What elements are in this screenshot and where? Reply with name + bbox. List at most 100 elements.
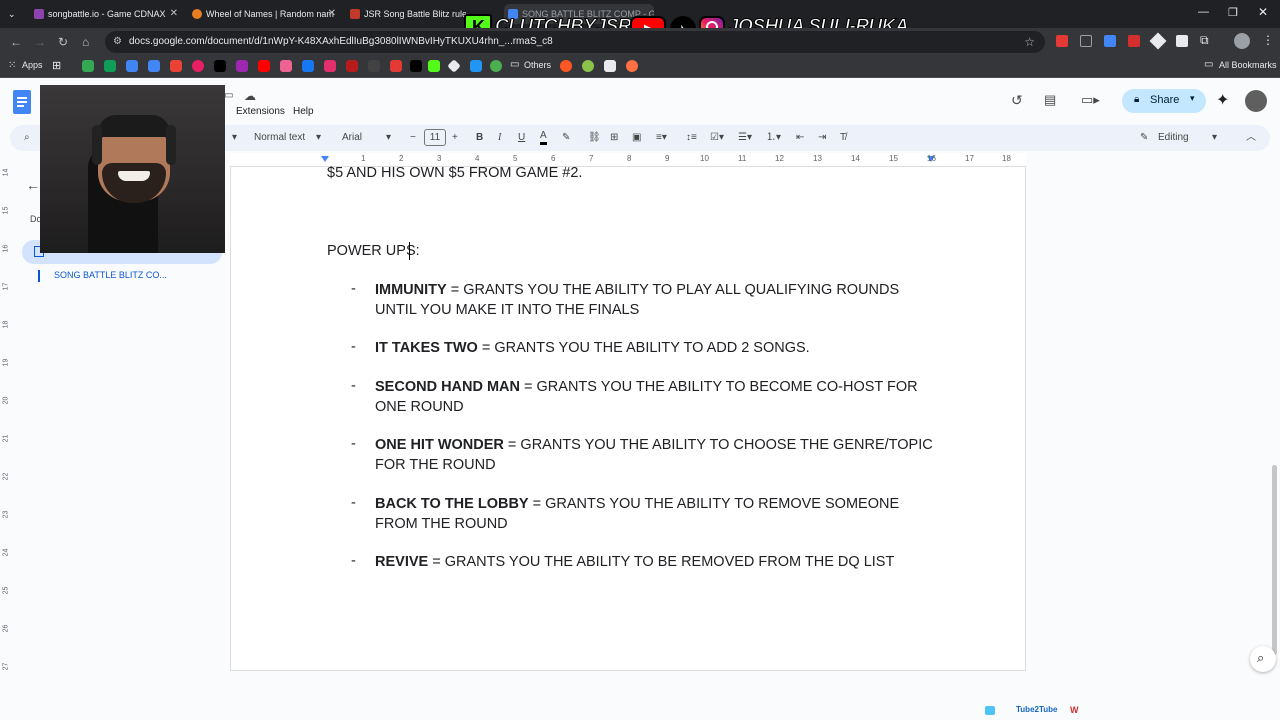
bookmark-icon[interactable] bbox=[604, 60, 616, 72]
increase-font-size-icon[interactable]: + bbox=[452, 130, 458, 146]
document-page[interactable]: $5 AND HIS OWN $5 FROM GAME #2. POWER UP… bbox=[230, 165, 1026, 671]
font-select[interactable]: Arial bbox=[342, 130, 362, 146]
tab-jsr-rules[interactable]: JSR Song Battle Blitz rules - Ch bbox=[346, 4, 466, 24]
meet-video-icon[interactable]: ▭▸ bbox=[1081, 92, 1100, 108]
clear-formatting-icon[interactable]: T̸ bbox=[840, 130, 846, 146]
grid-icon[interactable]: ⊞ bbox=[52, 59, 61, 72]
search-menus-icon[interactable]: ⌕ bbox=[24, 130, 30, 146]
extension-icon[interactable] bbox=[1104, 35, 1116, 47]
x-bookmark-icon[interactable] bbox=[410, 60, 422, 72]
bookmark-icon[interactable] bbox=[560, 60, 572, 72]
extension-icon[interactable] bbox=[1080, 35, 1092, 47]
bookmark-icon[interactable] bbox=[170, 60, 182, 72]
pdf-extension-icon[interactable] bbox=[1128, 35, 1140, 47]
sheets-bookmark-icon[interactable] bbox=[104, 60, 116, 72]
more-menu-icon[interactable]: ⋮ bbox=[1262, 33, 1274, 47]
close-window-icon[interactable]: ✕ bbox=[1258, 5, 1268, 19]
close-icon[interactable]: ✕ bbox=[170, 4, 178, 24]
power-up-item[interactable]: REVIVE = GRANTS YOU THE ABILITY TO BE RE… bbox=[375, 553, 935, 573]
power-up-item[interactable]: IT TAKES TWO = GRANTS YOU THE ABILITY TO… bbox=[375, 339, 935, 359]
italic-icon[interactable]: I bbox=[498, 130, 501, 146]
twitch-bookmark-icon[interactable] bbox=[236, 60, 248, 72]
apps-bookmark[interactable]: Apps bbox=[22, 60, 43, 70]
decrease-font-size-icon[interactable]: − bbox=[410, 130, 416, 146]
increase-indent-icon[interactable]: ⇥ bbox=[818, 130, 826, 146]
bookmark-icon[interactable] bbox=[192, 60, 204, 72]
version-history-icon[interactable]: ↺ bbox=[1011, 92, 1023, 109]
vertical-scrollbar[interactable] bbox=[1272, 465, 1277, 655]
power-up-item[interactable]: ONE HIT WONDER = GRANTS YOU THE ABILITY … bbox=[375, 436, 935, 475]
bookmark-icon[interactable] bbox=[126, 60, 138, 72]
others-folder[interactable]: Others bbox=[524, 60, 551, 70]
chevron-down-icon[interactable]: ▾ bbox=[316, 130, 321, 146]
bookmark-icon[interactable] bbox=[346, 60, 358, 72]
power-up-item[interactable]: IMMUNITY = GRANTS YOU THE ABILITY TO PLA… bbox=[375, 281, 935, 320]
all-bookmarks[interactable]: All Bookmarks bbox=[1219, 60, 1277, 70]
power-up-item[interactable]: BACK TO THE LOBBY = GRANTS YOU THE ABILI… bbox=[375, 495, 935, 534]
tab-wheel-of-names[interactable]: Wheel of Names | Random nam ✕ bbox=[188, 4, 338, 24]
google-docs-logo-icon[interactable] bbox=[13, 90, 31, 114]
collapse-menus-icon[interactable]: ︿ bbox=[1246, 130, 1256, 146]
tab-search-button[interactable]: ⌄ bbox=[2, 4, 22, 24]
numbered-list-icon[interactable]: ⒈▾ bbox=[766, 130, 781, 146]
bookmark-icon[interactable] bbox=[82, 60, 94, 72]
minimize-icon[interactable]: — bbox=[1198, 6, 1209, 18]
apps-grid-icon[interactable]: ⁙ bbox=[8, 60, 16, 71]
underline-icon[interactable]: U bbox=[518, 130, 525, 146]
close-icon[interactable]: ✕ bbox=[328, 4, 336, 24]
chevron-down-icon[interactable]: ▾ bbox=[1212, 130, 1217, 146]
hq-bookmark-icon[interactable] bbox=[368, 60, 380, 72]
power-up-item[interactable]: SECOND HAND MAN = GRANTS YOU THE ABILITY… bbox=[375, 378, 935, 417]
home-icon[interactable]: ⌂ bbox=[82, 34, 89, 50]
bookmark-icon[interactable] bbox=[470, 60, 482, 72]
menu-help[interactable]: Help bbox=[293, 106, 314, 117]
gemini-sparkle-icon[interactable]: ✦ bbox=[1216, 90, 1229, 110]
chevron-down-icon[interactable]: ▾ bbox=[386, 130, 391, 146]
url-input[interactable]: ⚙ docs.google.com/document/d/1nWpY-K48XA… bbox=[105, 31, 1045, 53]
bookmark-icon[interactable] bbox=[582, 60, 594, 72]
decrease-indent-icon[interactable]: ⇤ bbox=[796, 130, 804, 146]
comments-icon[interactable]: ▤ bbox=[1044, 92, 1056, 108]
chevron-down-icon[interactable]: ▾ bbox=[1190, 93, 1195, 104]
align-icon[interactable]: ≡▾ bbox=[656, 130, 667, 146]
bulleted-list-icon[interactable]: ☰▾ bbox=[738, 130, 752, 146]
facebook-bookmark-icon[interactable] bbox=[302, 60, 314, 72]
left-indent-marker-icon[interactable] bbox=[321, 156, 329, 162]
bold-icon[interactable]: B bbox=[476, 130, 483, 146]
kick-bookmark-icon[interactable] bbox=[428, 60, 440, 72]
back-arrow-icon[interactable]: ← bbox=[26, 177, 40, 193]
menu-extensions[interactable]: Extensions bbox=[236, 106, 285, 117]
doc-line-prize[interactable]: $5 AND HIS OWN $5 FROM GAME #2. bbox=[327, 165, 582, 181]
site-info-icon[interactable]: ⚙ bbox=[113, 31, 122, 53]
move-folder-icon[interactable]: ▭ bbox=[224, 90, 233, 101]
extension-d-icon[interactable] bbox=[1176, 35, 1188, 47]
chevron-down-icon[interactable]: ▾ bbox=[232, 130, 237, 146]
font-size-input[interactable]: 11 bbox=[424, 129, 446, 146]
line-spacing-icon[interactable]: ↕≡ bbox=[686, 130, 697, 146]
insert-image-icon[interactable]: ▣ bbox=[632, 130, 641, 146]
bookmark-star-icon[interactable]: ☆ bbox=[1024, 31, 1035, 53]
text-color-icon[interactable]: A bbox=[540, 130, 547, 145]
editing-mode-select[interactable]: Editing bbox=[1158, 130, 1189, 146]
back-arrow-icon[interactable]: ← bbox=[10, 34, 22, 50]
adblock-extension-icon[interactable] bbox=[1056, 35, 1068, 47]
bookmark-icon[interactable] bbox=[626, 60, 638, 72]
folder-icon[interactable]: ▭ bbox=[510, 59, 519, 70]
extension-icon[interactable] bbox=[1149, 32, 1167, 50]
bookmark-icon[interactable] bbox=[490, 60, 502, 72]
highlight-color-icon[interactable]: ✎ bbox=[562, 130, 570, 146]
outline-heading[interactable]: SONG BATTLE BLITZ CO... bbox=[54, 270, 167, 280]
profile-avatar[interactable] bbox=[1234, 33, 1250, 49]
insert-link-icon[interactable]: ⛓ bbox=[588, 130, 601, 146]
account-avatar[interactable] bbox=[1245, 90, 1267, 112]
explore-button[interactable]: ⌕ bbox=[1250, 646, 1276, 672]
forward-arrow-icon[interactable]: → bbox=[34, 34, 46, 50]
docs-bookmark-icon[interactable] bbox=[148, 60, 160, 72]
extensions-puzzle-icon[interactable]: ⧉ bbox=[1200, 33, 1209, 48]
reload-icon[interactable]: ↻ bbox=[58, 34, 68, 50]
share-button[interactable]: 🔒︎ Share ▾ bbox=[1122, 89, 1206, 113]
tab-songbattle[interactable]: songbattle.io - Game CDNAX ✕ bbox=[30, 4, 180, 24]
tiktok-bookmark-icon[interactable] bbox=[214, 60, 226, 72]
section-title-power-ups[interactable]: POWER UPS: bbox=[327, 243, 420, 259]
instagram-bookmark-icon[interactable] bbox=[324, 60, 336, 72]
